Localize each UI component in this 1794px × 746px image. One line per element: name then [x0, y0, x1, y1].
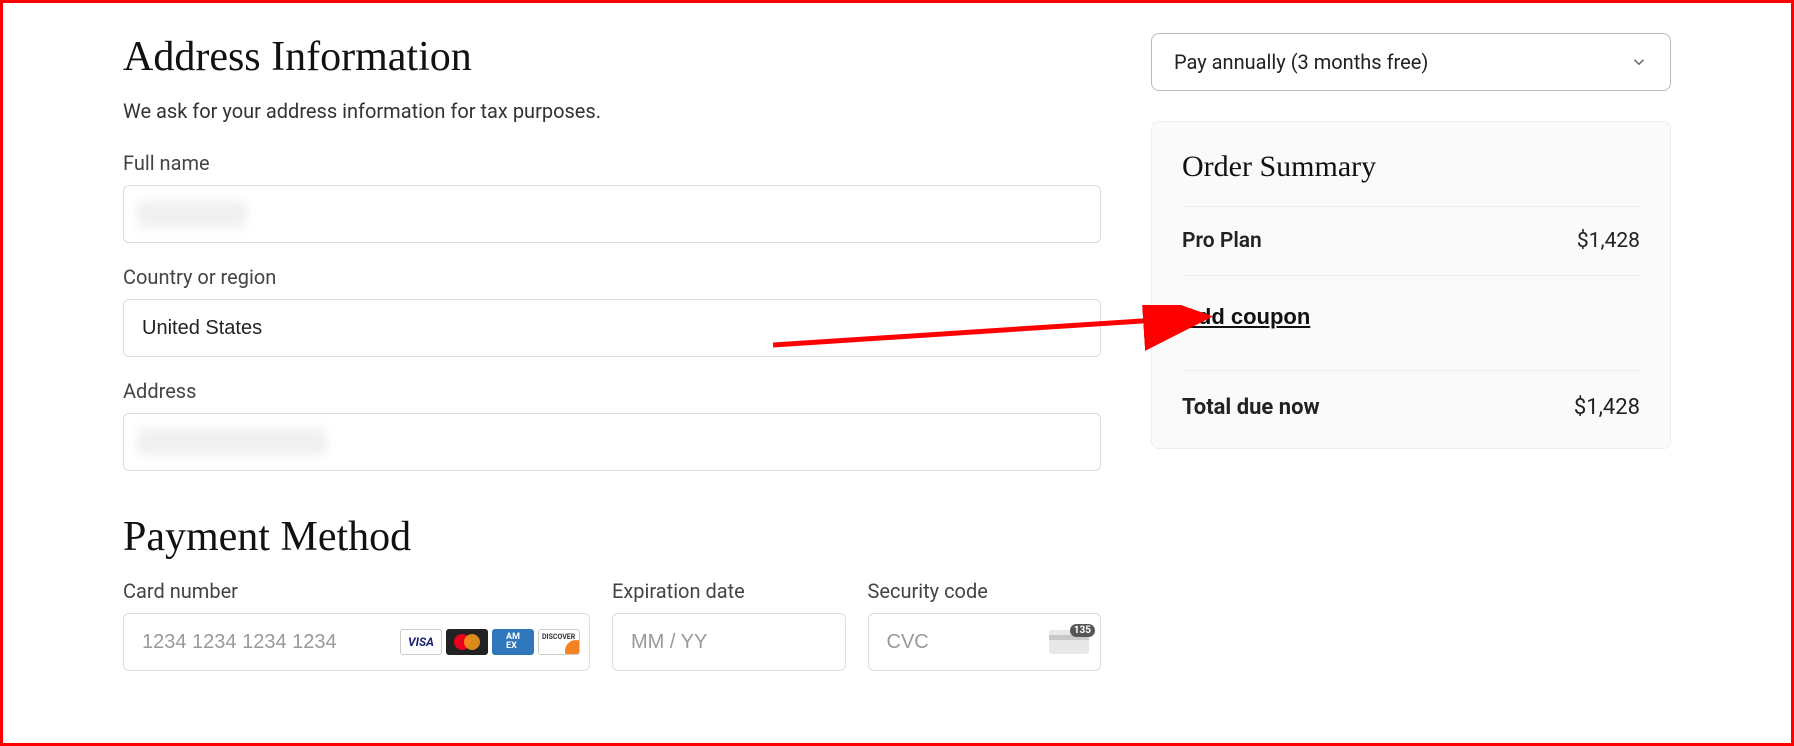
cvc-label: Security code: [868, 579, 1102, 603]
add-coupon-button[interactable]: Add coupon: [1182, 304, 1310, 330]
mastercard-icon: [446, 629, 488, 655]
billing-cycle-select[interactable]: Pay annually (3 months free): [1151, 33, 1671, 91]
expiration-label: Expiration date: [612, 579, 846, 603]
plan-row: Pro Plan $1,428: [1182, 206, 1640, 275]
amex-icon: AMEX: [492, 629, 534, 655]
country-label: Country or region: [123, 265, 1101, 289]
plan-label: Pro Plan: [1182, 229, 1262, 253]
country-input[interactable]: [123, 299, 1101, 357]
address-title: Address Information: [123, 33, 1101, 81]
address-label: Address: [123, 379, 1101, 403]
billing-cycle-value: Pay annually (3 months free): [1174, 50, 1428, 74]
cvc-card-icon: 135: [1049, 630, 1089, 654]
total-price: $1,428: [1574, 395, 1640, 420]
payment-title: Payment Method: [123, 513, 1101, 561]
plan-price: $1,428: [1577, 229, 1640, 253]
discover-icon: DISCOVER: [538, 629, 580, 655]
order-summary-title: Order Summary: [1182, 150, 1640, 184]
total-row: Total due now $1,428: [1182, 370, 1640, 420]
total-label: Total due now: [1182, 395, 1320, 420]
order-summary: Order Summary Pro Plan $1,428 Add coupon…: [1151, 121, 1671, 449]
chevron-down-icon: [1630, 53, 1648, 71]
full-name-label: Full name: [123, 151, 1101, 175]
full-name-input[interactable]: [123, 185, 1101, 243]
expiration-input[interactable]: [612, 613, 846, 671]
cvc-badge: 135: [1070, 624, 1095, 637]
visa-icon: VISA: [400, 629, 442, 655]
card-number-label: Card number: [123, 579, 590, 603]
address-subtitle: We ask for your address information for …: [123, 99, 1101, 123]
